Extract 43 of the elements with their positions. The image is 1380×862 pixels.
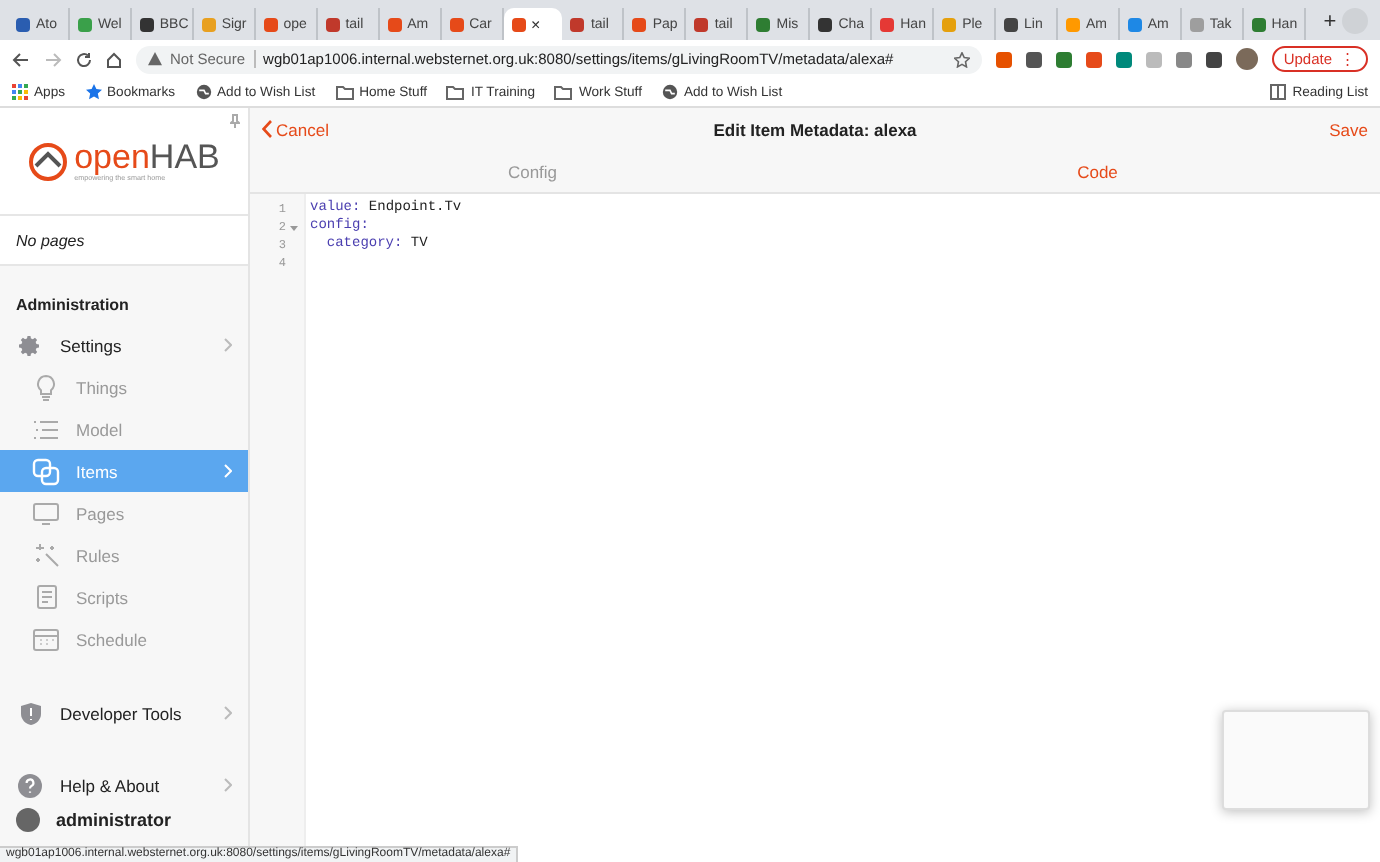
chevron-left-icon	[262, 120, 272, 138]
profile-avatar[interactable]	[1235, 48, 1258, 70]
home-icon[interactable]	[106, 51, 122, 67]
reading-list-icon	[1270, 84, 1287, 100]
user-avatar[interactable]	[16, 807, 40, 831]
sparkle-wand-icon	[33, 542, 59, 568]
list-icon	[32, 419, 60, 439]
globe-icon	[661, 84, 678, 100]
star-icon	[85, 84, 101, 100]
monitor-icon	[32, 501, 60, 525]
folder-icon	[554, 85, 573, 99]
folder-icon	[446, 85, 465, 99]
sidebar-item[interactable]: Settings	[0, 324, 248, 366]
gear-icon	[18, 333, 42, 357]
new-tab-button[interactable]: +	[1317, 10, 1343, 34]
document-icon	[35, 584, 57, 610]
save-button[interactable]: Save	[1329, 119, 1368, 139]
cancel-button[interactable]: Cancel	[262, 119, 329, 139]
browser-tab[interactable]: ×	[503, 8, 563, 40]
back-icon[interactable]	[12, 51, 30, 67]
reload-icon[interactable]	[76, 51, 92, 67]
screenshot-thumbnail[interactable]	[1222, 710, 1370, 810]
logo-icon	[28, 141, 69, 181]
star-icon[interactable]	[953, 51, 970, 67]
page-title: Edit Item Metadata: alexa	[713, 119, 917, 139]
sidebar-item[interactable]: Developer Tools	[0, 692, 248, 734]
section-heading: Administration	[16, 296, 129, 314]
fold-triangle-icon[interactable]	[290, 223, 298, 231]
logo-wordmark: openHAB	[74, 140, 220, 174]
lightbulb-icon	[34, 373, 58, 401]
pin-icon[interactable]	[230, 114, 240, 128]
globe-icon	[195, 84, 211, 100]
squares-icon	[32, 457, 60, 485]
warning-icon	[148, 52, 162, 66]
segment-tab[interactable]: Code	[1077, 161, 1118, 181]
no-pages-text: No pages	[16, 231, 85, 249]
sidebar-item[interactable]: Help & About	[0, 764, 248, 806]
shield-icon	[19, 701, 41, 725]
calendar-icon	[32, 627, 60, 651]
folder-icon	[335, 85, 354, 99]
help-icon	[18, 773, 42, 797]
user-name[interactable]: administrator	[56, 809, 172, 829]
grid-icon	[12, 84, 28, 100]
